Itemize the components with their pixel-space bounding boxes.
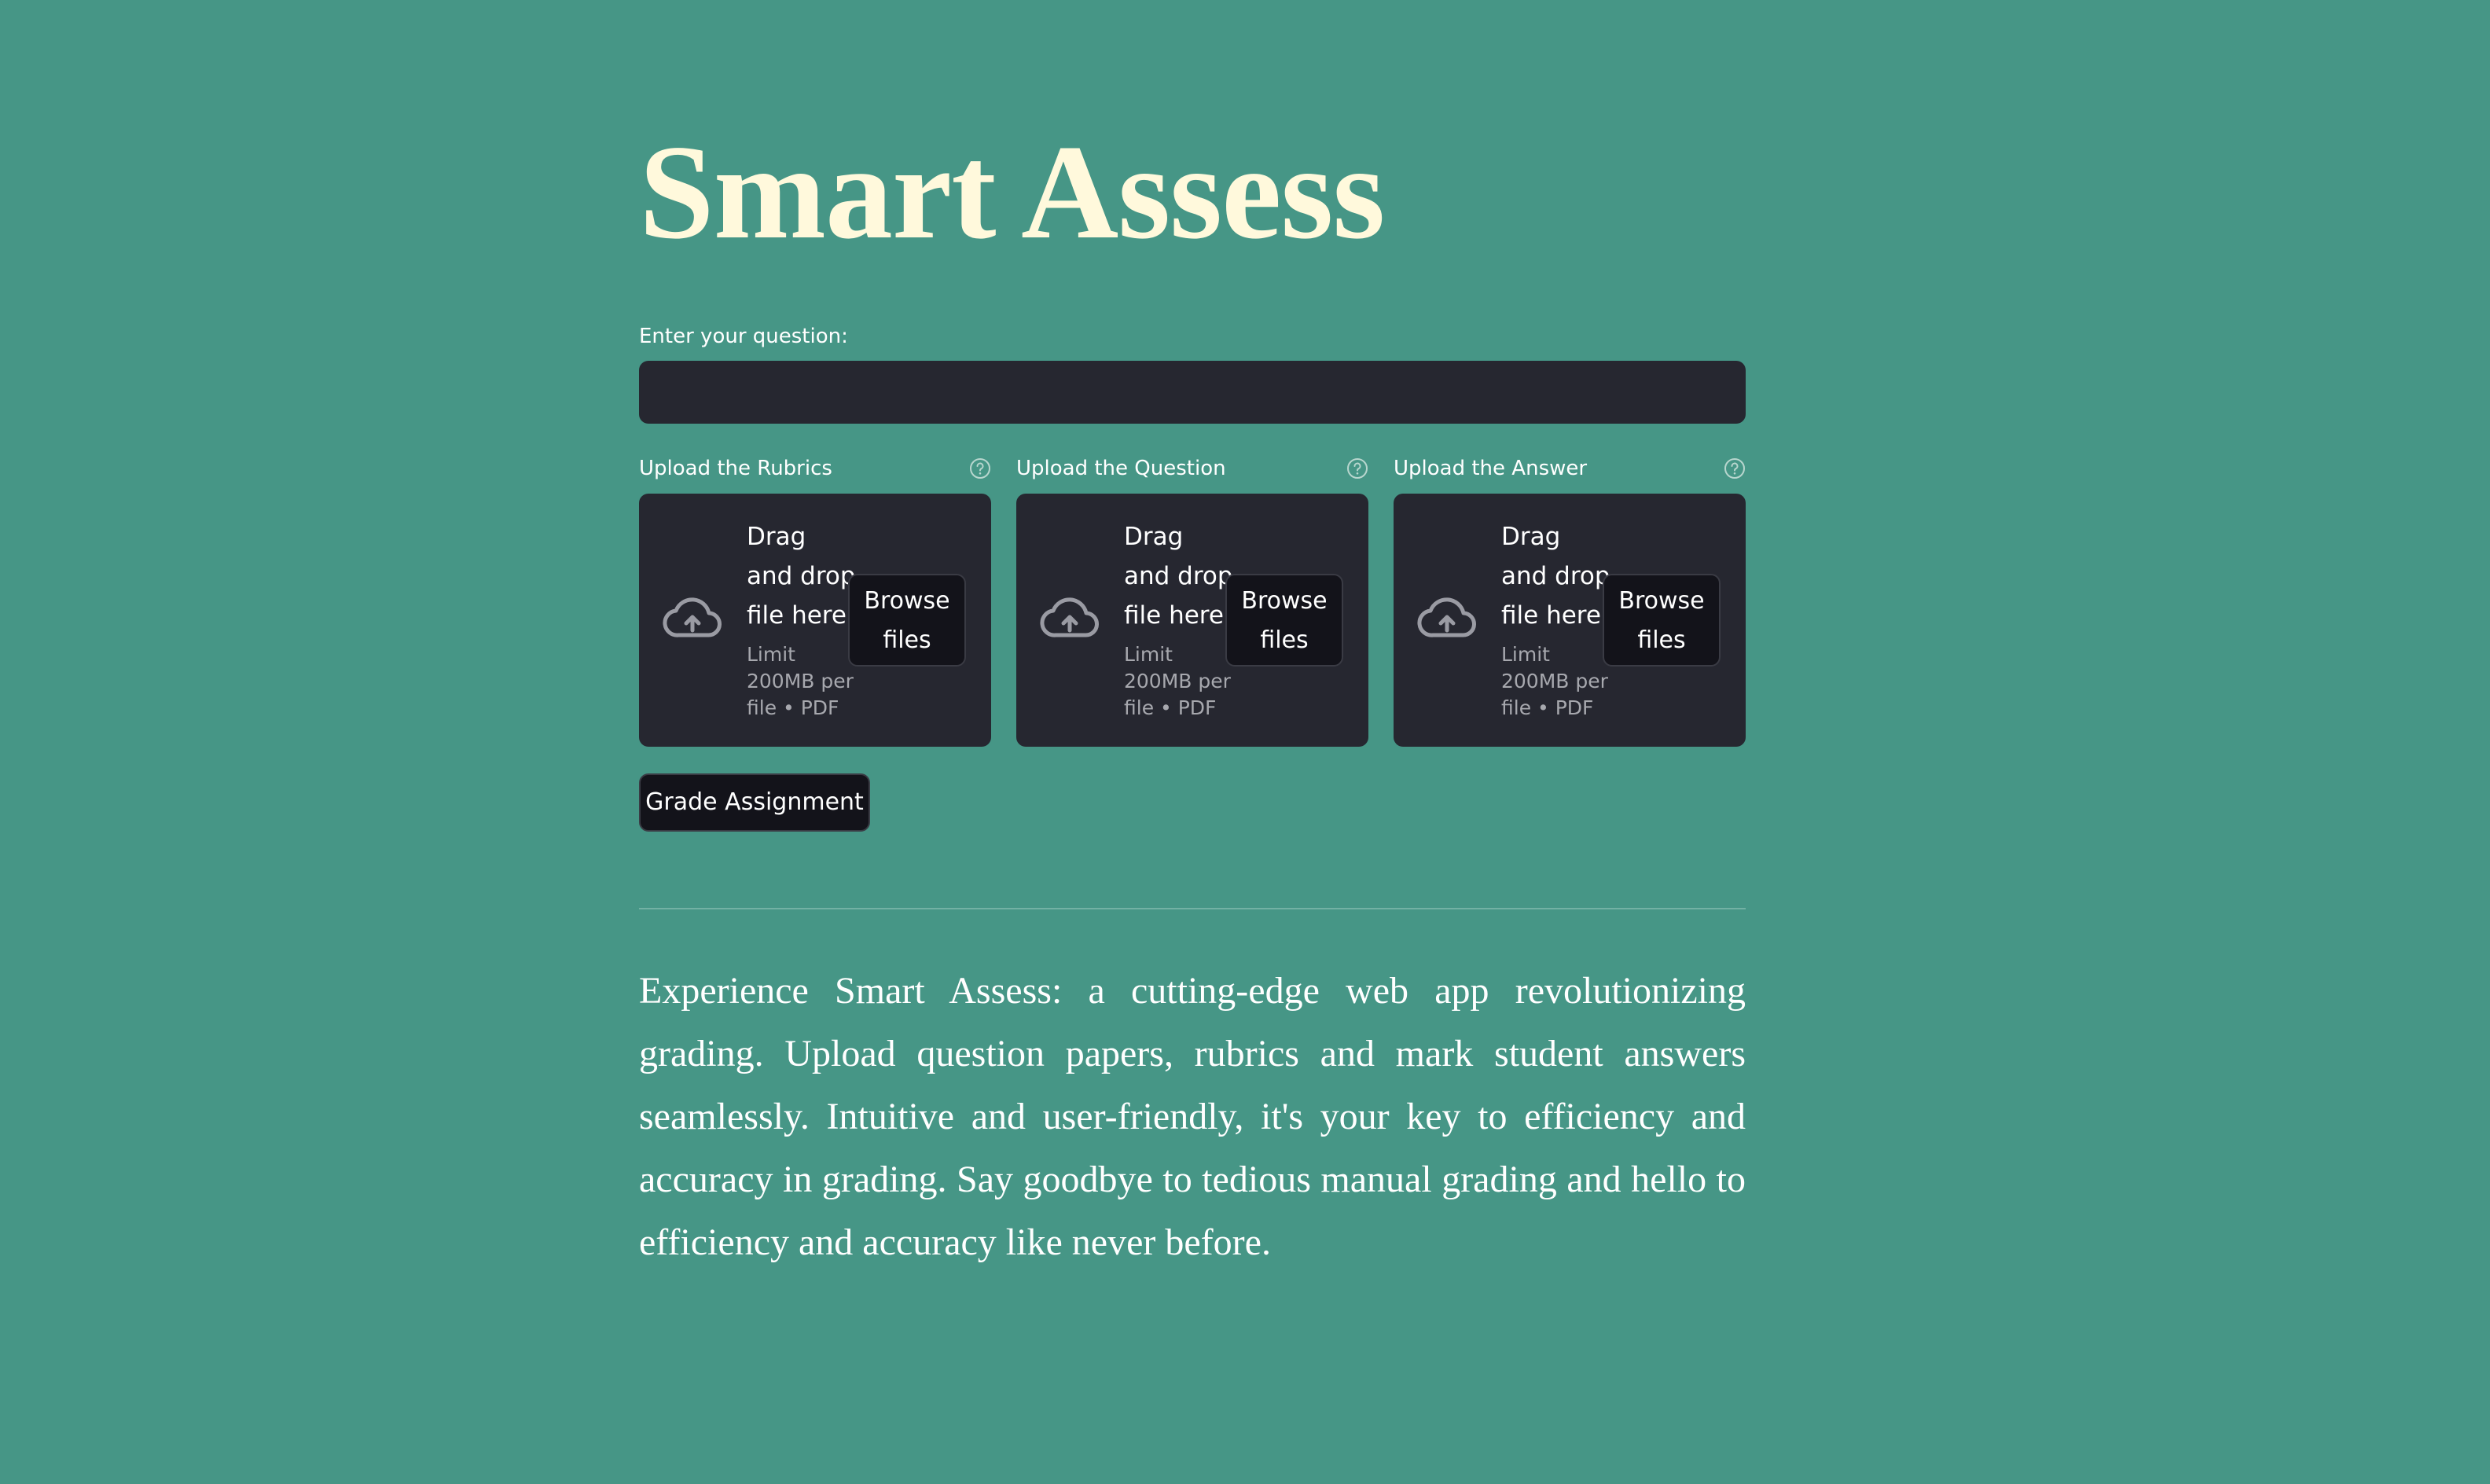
page-title: Smart Assess xyxy=(639,118,1385,267)
drop-instructions: Drag and drop file here xyxy=(1501,523,1610,630)
uploader-label: Upload the Question xyxy=(1016,457,1226,480)
help-circle-icon[interactable] xyxy=(1724,457,1746,479)
browse-files-button[interactable]: Browse files xyxy=(848,574,966,667)
help-circle-icon[interactable] xyxy=(1346,457,1368,479)
divider xyxy=(639,908,1746,909)
file-dropzone[interactable]: Drag and drop file here Limit 200MB per … xyxy=(1394,494,1746,747)
browse-files-button[interactable]: Browse files xyxy=(1225,574,1343,667)
file-limit-text: Limit 200MB per file • PDF xyxy=(747,643,854,719)
file-dropzone[interactable]: Drag and drop file here Limit 200MB per … xyxy=(639,494,991,747)
uploader-label: Upload the Rubrics xyxy=(639,457,832,480)
cloud-upload-icon xyxy=(663,597,722,637)
question-label: Enter your question: xyxy=(639,325,848,348)
file-dropzone[interactable]: Drag and drop file here Limit 200MB per … xyxy=(1016,494,1368,747)
app-description: Experience Smart Assess: a cutting-edge … xyxy=(639,970,1746,1263)
drop-instructions: Drag and drop file here xyxy=(747,523,856,630)
file-limit-text: Limit 200MB per file • PDF xyxy=(1501,643,1608,719)
cloud-upload-icon xyxy=(1417,597,1476,637)
cloud-upload-icon xyxy=(1040,597,1099,637)
help-circle-icon[interactable] xyxy=(969,457,991,479)
file-limit-text: Limit 200MB per file • PDF xyxy=(1124,643,1231,719)
browse-files-button[interactable]: Browse files xyxy=(1603,574,1721,667)
question-input[interactable] xyxy=(639,361,1746,424)
grade-assignment-button[interactable]: Grade Assignment xyxy=(639,773,870,832)
drop-instructions: Drag and drop file here xyxy=(1124,523,1233,630)
uploader-label: Upload the Answer xyxy=(1394,457,1588,480)
